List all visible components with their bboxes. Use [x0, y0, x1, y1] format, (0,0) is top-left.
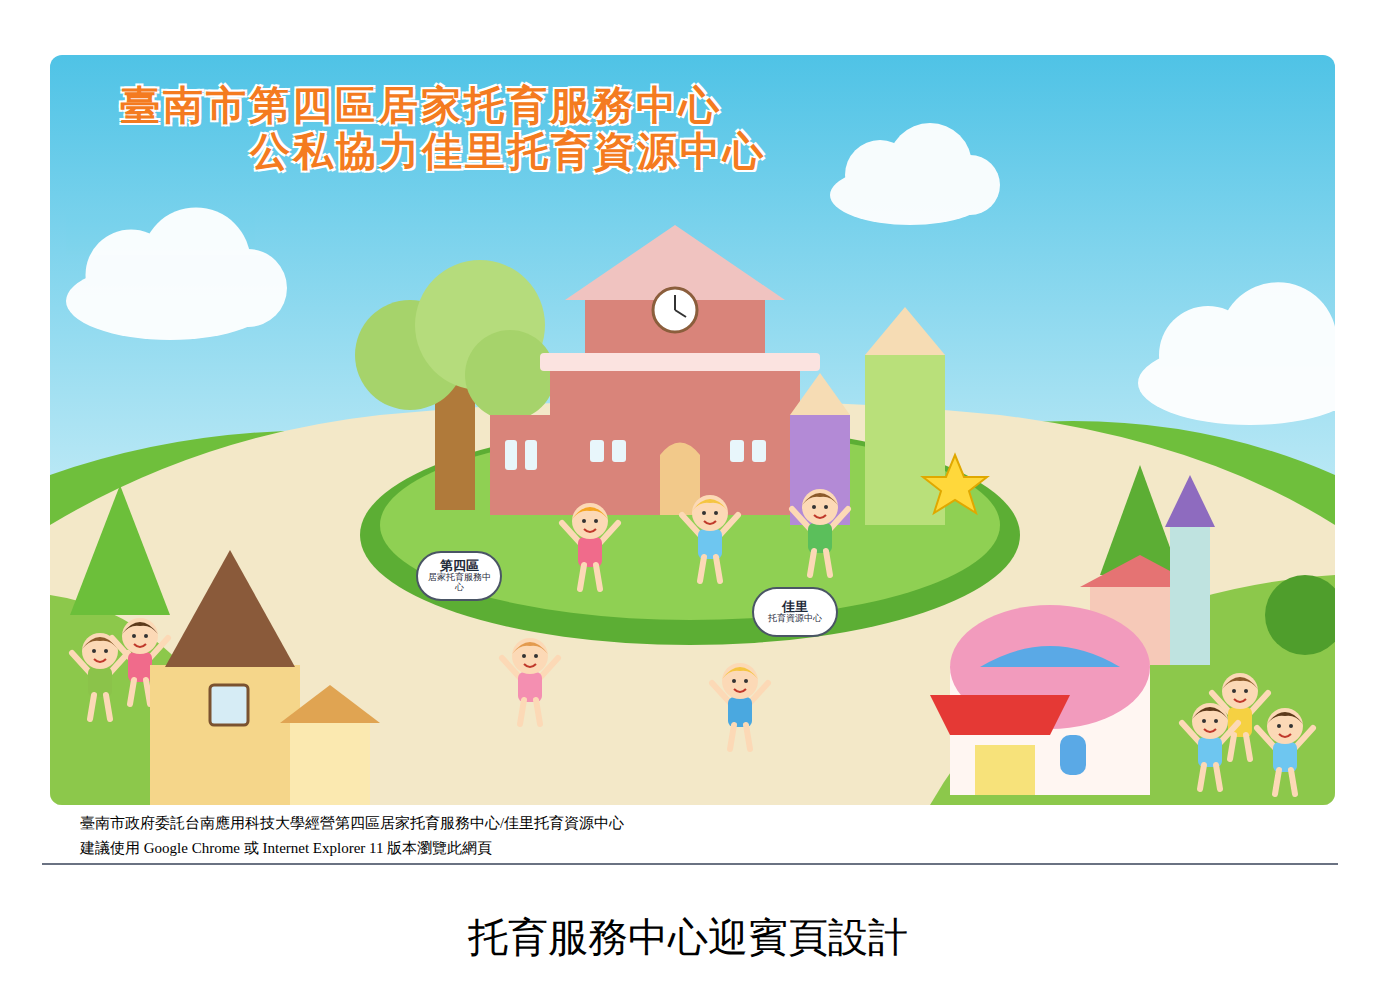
footer-line: 臺南市政府委託台南應用科技大學經營第四區居家托育服務中心/佳里托育資源中心	[80, 811, 1375, 836]
cloud-icon	[66, 207, 287, 340]
speech-bubble[interactable]: 第四區居家托育服務中心	[416, 551, 502, 601]
clock-icon	[653, 288, 697, 332]
pencil-towers	[790, 307, 945, 525]
child-figure	[502, 638, 558, 724]
child-figure	[1182, 703, 1238, 789]
shop-building	[930, 475, 1215, 795]
child-figure	[1257, 708, 1313, 794]
banner-title: 臺南市第四區居家托育服務中心公私協力佳里托育資源中心	[120, 83, 766, 175]
speech-bubble[interactable]: 佳里托育資源中心	[752, 587, 838, 637]
page: 臺南市第四區居家托育服務中心公私協力佳里托育資源中心第四區居家托育服務中心佳里托…	[0, 0, 1375, 1004]
child-figure	[682, 495, 738, 581]
cloud-icon	[1138, 282, 1335, 425]
main-building	[490, 225, 820, 515]
title-line: 公私協力佳里托育資源中心	[250, 129, 766, 175]
welcome-banner[interactable]: 臺南市第四區居家托育服務中心公私協力佳里托育資源中心第四區居家托育服務中心佳里托…	[50, 55, 1335, 805]
footer-line: 建議使用 Google Chrome 或 Internet Explorer 1…	[80, 836, 1375, 861]
cottage	[150, 550, 380, 805]
bubble-subtitle: 居家托育服務中心	[426, 573, 492, 593]
bubble-title: 第四區	[440, 559, 479, 573]
child-figure	[562, 503, 618, 589]
child-figure	[792, 489, 848, 575]
cloud-icon	[830, 123, 1000, 225]
road	[50, 400, 1335, 805]
footer-text: 臺南市政府委託台南應用科技大學經營第四區居家托育服務中心/佳里托育資源中心建議使…	[80, 811, 1375, 861]
star-icon	[923, 455, 987, 513]
title-line: 臺南市第四區居家托育服務中心	[120, 83, 766, 129]
child-figure	[712, 663, 768, 749]
bubble-title: 佳里	[782, 600, 808, 614]
caption: 托育服務中心迎賓頁設計	[0, 913, 1375, 961]
bubble-subtitle: 托育資源中心	[768, 614, 822, 624]
divider	[42, 863, 1338, 865]
